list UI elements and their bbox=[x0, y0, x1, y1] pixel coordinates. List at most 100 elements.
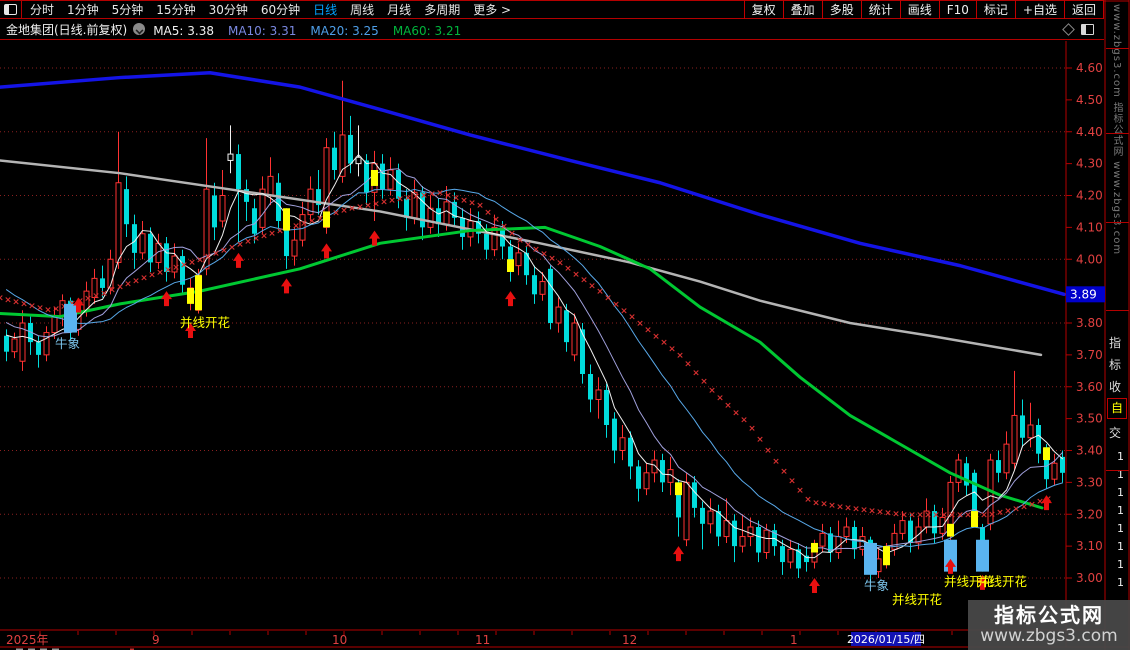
x-mark: × bbox=[924, 510, 932, 520]
candle-body-up bbox=[107, 258, 114, 289]
candle-body-down bbox=[756, 527, 761, 553]
candle-body-down bbox=[212, 195, 217, 228]
candle-body-down bbox=[636, 466, 641, 489]
toolbar-button-8[interactable]: 返回 bbox=[1063, 0, 1104, 19]
toolbar-button-6[interactable]: 标记 bbox=[975, 0, 1015, 19]
candle-body-up bbox=[515, 252, 522, 267]
x-mark: × bbox=[588, 281, 596, 291]
bingxian-signal-bar bbox=[947, 523, 954, 537]
candle-body-up bbox=[227, 153, 234, 161]
x-mark: × bbox=[596, 287, 604, 297]
candle-body-down bbox=[612, 418, 617, 451]
candle-body-up bbox=[739, 536, 746, 547]
x-mark: × bbox=[460, 196, 468, 206]
time-axis-label: 2025年 bbox=[6, 633, 49, 647]
x-mark: × bbox=[524, 241, 532, 251]
x-mark: × bbox=[436, 188, 444, 198]
x-mark: × bbox=[44, 306, 52, 316]
toolbar-buttons: 复权 叠加 多股 统计 画线 F10 标记 +自选 返回 bbox=[743, 0, 1104, 19]
candle-body-up bbox=[843, 526, 850, 538]
x-mark: × bbox=[116, 283, 124, 293]
period-tab-10[interactable]: 更多 > bbox=[473, 1, 511, 18]
toolbar-button-1[interactable]: 叠加 bbox=[782, 0, 822, 19]
candle-body-down bbox=[380, 163, 385, 190]
x-mark: × bbox=[916, 510, 924, 520]
x-mark: × bbox=[996, 508, 1004, 518]
x-mark: × bbox=[580, 276, 588, 286]
right-strip-item bbox=[1106, 48, 1129, 49]
right-edge-panel: www.zbgs3.com 指标公式网 www.zbgs3.com 指标收自交 1 1… bbox=[1106, 0, 1129, 650]
period-tab-8[interactable]: 月线 bbox=[387, 1, 411, 18]
layout-toggle-button[interactable] bbox=[0, 1, 22, 18]
x-mark: × bbox=[444, 191, 452, 201]
toolbar-button-3[interactable]: 统计 bbox=[860, 0, 900, 19]
period-tab-1[interactable]: 1分钟 bbox=[67, 1, 99, 18]
candle-body-down bbox=[364, 160, 369, 193]
period-tab-5[interactable]: 60分钟 bbox=[261, 1, 300, 18]
watermark-url: www.zbgs3.com bbox=[980, 626, 1118, 646]
x-mark: × bbox=[100, 289, 108, 299]
toolbar-button-7[interactable]: +自选 bbox=[1014, 0, 1064, 19]
right-strip-item: 标 bbox=[1109, 358, 1122, 372]
x-mark: × bbox=[772, 457, 780, 467]
x-mark: × bbox=[20, 300, 28, 310]
toolbar-button-0[interactable]: 复权 bbox=[743, 0, 783, 19]
x-mark: × bbox=[620, 306, 628, 316]
chevron-down-icon[interactable] bbox=[133, 23, 146, 35]
diamond-icon[interactable] bbox=[1062, 22, 1075, 36]
x-mark: × bbox=[404, 193, 412, 203]
x-mark: × bbox=[52, 304, 60, 314]
x-mark: × bbox=[244, 237, 252, 247]
x-mark: × bbox=[644, 325, 652, 335]
x-mark: × bbox=[236, 240, 244, 250]
x-mark: × bbox=[148, 271, 156, 281]
toolbar-button-4[interactable]: 画线 bbox=[899, 0, 939, 19]
candle-body-down bbox=[692, 482, 697, 508]
toolbar-button-5[interactable]: F10 bbox=[938, 0, 976, 19]
candle-body-up bbox=[707, 510, 714, 525]
candle-body-up bbox=[723, 520, 730, 538]
date-box-label: 2026/01/15/四 bbox=[847, 633, 925, 646]
x-mark: × bbox=[4, 296, 12, 306]
period-tab-9[interactable]: 多周期 bbox=[424, 1, 460, 18]
toolbar-button-2[interactable]: 多股 bbox=[821, 0, 861, 19]
right-strip-item bbox=[1106, 470, 1129, 471]
x-mark: × bbox=[412, 192, 420, 202]
period-tab-4[interactable]: 30分钟 bbox=[209, 1, 248, 18]
x-mark: × bbox=[292, 221, 300, 231]
x-mark: × bbox=[260, 232, 268, 242]
period-tab-2[interactable]: 5分钟 bbox=[112, 1, 144, 18]
candle-body-up bbox=[291, 239, 298, 257]
x-mark: × bbox=[652, 332, 660, 342]
candle-body-up bbox=[43, 332, 50, 356]
candle-body-down bbox=[4, 335, 9, 352]
x-mark: × bbox=[628, 313, 636, 323]
panel-toggle-icon[interactable] bbox=[1081, 23, 1094, 35]
bingxian-signal-bar bbox=[371, 170, 378, 186]
candle-body-down bbox=[100, 278, 105, 288]
x-mark: × bbox=[876, 508, 884, 518]
x-mark: × bbox=[964, 510, 972, 520]
candle-body-up bbox=[219, 195, 226, 222]
time-axis-label: 11 bbox=[475, 633, 490, 647]
x-mark: × bbox=[0, 294, 4, 304]
x-mark: × bbox=[708, 386, 716, 396]
window-split-icon bbox=[4, 4, 17, 15]
bingxian-signal-bar bbox=[283, 208, 290, 231]
candle-body-down bbox=[564, 310, 569, 343]
candlestick-chart[interactable]: × × × × × × ×× × × × × × × × × × × × × × × × × × × × × × × × ×× × × ×× × × ×… bbox=[0, 0, 1130, 650]
price-axis-label: 4.50 bbox=[1076, 93, 1103, 107]
period-tab-0[interactable]: 分时 bbox=[30, 1, 54, 18]
right-strip-item bbox=[1106, 310, 1129, 311]
period-tab-6[interactable]: 日线 bbox=[313, 1, 337, 18]
x-mark: × bbox=[788, 476, 796, 486]
x-mark: × bbox=[12, 298, 20, 308]
x-mark: × bbox=[836, 502, 844, 512]
period-tab-7[interactable]: 周线 bbox=[350, 1, 374, 18]
x-mark: × bbox=[188, 258, 196, 268]
signal-label: 并线开花 bbox=[977, 574, 1027, 589]
x-mark: × bbox=[164, 265, 172, 275]
x-mark: × bbox=[820, 500, 828, 510]
period-tab-3[interactable]: 15分钟 bbox=[156, 1, 195, 18]
x-mark: × bbox=[420, 191, 428, 201]
